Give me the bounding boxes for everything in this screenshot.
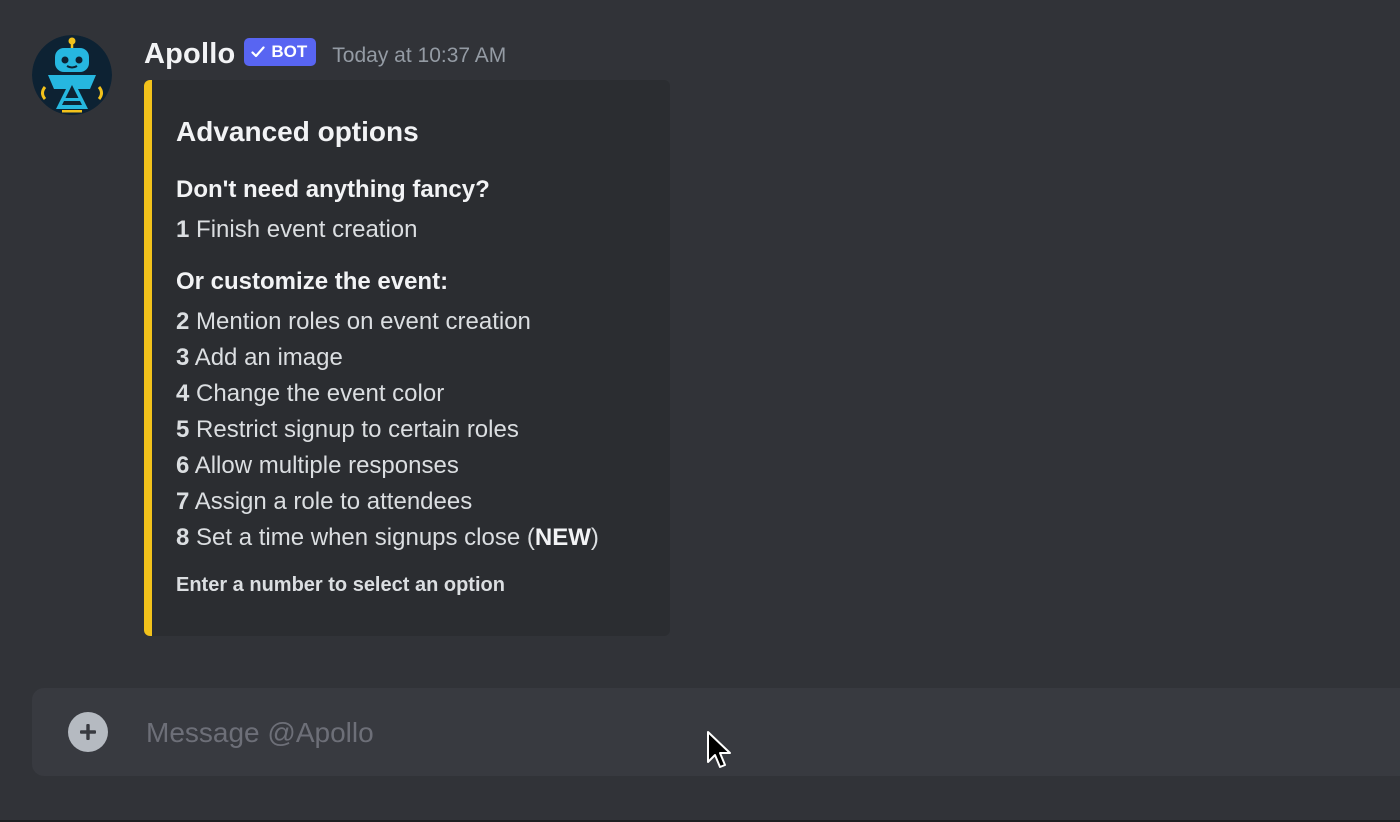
option-item: 5 Restrict signup to certain roles (176, 416, 519, 444)
option-number: 7 (176, 488, 190, 515)
embed-card: Advanced options Don't need anything fan… (144, 80, 670, 636)
add-attachment-button[interactable] (68, 712, 108, 752)
option-item: 8 Set a time when signups close (NEW) (176, 524, 599, 552)
bot-tag: BOT (244, 38, 317, 66)
verified-check-icon (251, 46, 266, 58)
option-number: 6 (176, 452, 190, 479)
option-label: Add an image (194, 344, 343, 371)
option-item: 2 Mention roles on event creation (176, 308, 531, 336)
avatar[interactable] (32, 35, 112, 115)
option-number: 2 (176, 308, 190, 335)
option-number: 1 (176, 216, 190, 243)
bot-tag-label: BOT (271, 42, 308, 61)
option-item: 7 Assign a role to attendees (176, 488, 472, 516)
robot-avatar-icon (32, 35, 112, 115)
plus-circle-icon (80, 724, 96, 740)
message-timestamp[interactable]: Today at 10:37 AM (332, 44, 506, 68)
option-item: 3 Add an image (176, 344, 343, 372)
option-label: Finish event creation (196, 216, 418, 243)
option-label: Change the event color (196, 380, 445, 407)
option-number: 4 (176, 380, 190, 407)
embed-title: Advanced options (176, 116, 419, 147)
option-label: Allow multiple responses (194, 452, 459, 479)
option-item: 6 Allow multiple responses (176, 452, 459, 480)
option-item: 4 Change the event color (176, 380, 444, 408)
basic-heading: Don't need anything fancy? (176, 176, 490, 203)
option-label: Set a time when signups close ( (196, 524, 535, 551)
option-number: 5 (176, 416, 190, 443)
message-input[interactable] (144, 710, 1348, 756)
option-number: 3 (176, 344, 190, 371)
new-badge: NEW (534, 524, 591, 551)
option-item: 1 Finish event creation (176, 216, 417, 244)
option-label: Mention roles on event creation (196, 308, 531, 335)
embed-footer: Enter a number to select an option (176, 574, 505, 596)
option-label: Assign a role to attendees (194, 488, 473, 515)
option-label: Restrict signup to certain roles (196, 416, 519, 443)
option-number: 8 (176, 524, 190, 551)
option-label-suffix: ) (590, 524, 599, 551)
message-composer (32, 688, 1400, 776)
message-header: Apollo BOT Today at 10:37 AM (144, 34, 506, 74)
author-username[interactable]: Apollo (144, 38, 235, 71)
chat-area: Apollo BOT Today at 10:37 AM Advanced op… (0, 0, 1400, 822)
customize-heading: Or customize the event: (176, 268, 449, 295)
